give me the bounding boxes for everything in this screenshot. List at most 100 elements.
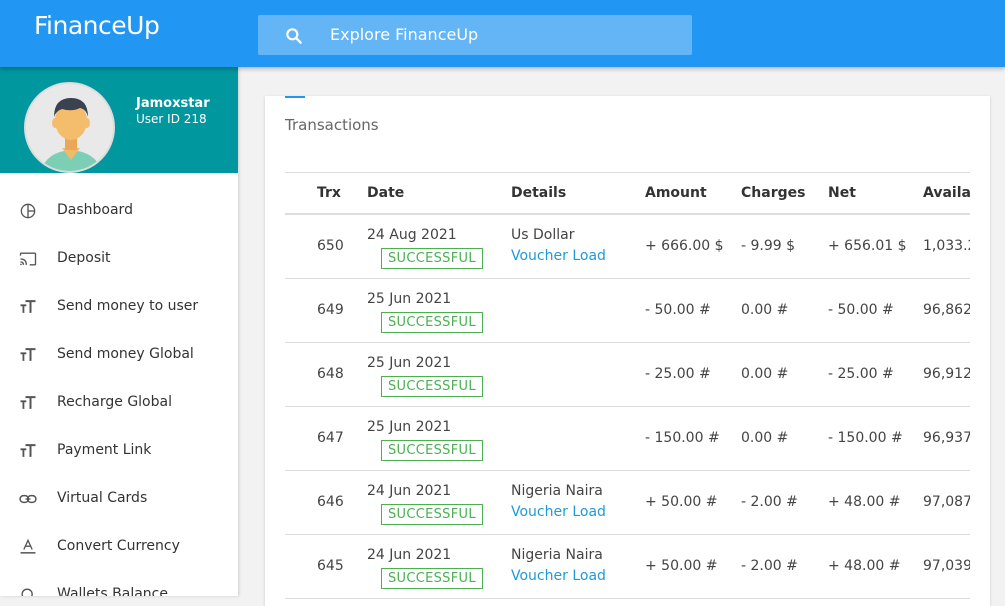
sidebar-item-label: Payment Link xyxy=(57,442,152,458)
cast-icon xyxy=(19,252,37,266)
column-header-date[interactable]: Date xyxy=(367,185,404,201)
sidebar-item-label: Dashboard xyxy=(57,202,133,218)
table-row[interactable]: 649 25 Jun 2021 SUCCESSFUL - 50.00 # 0.0… xyxy=(285,279,970,343)
column-header-details[interactable]: Details xyxy=(511,185,566,201)
table-row[interactable]: 646 24 Jun 2021 SUCCESSFUL Nigeria Naira… xyxy=(285,471,970,535)
column-header-charges[interactable]: Charges xyxy=(741,185,805,201)
search-icon[interactable] xyxy=(284,26,304,46)
trx-details: Nigeria Naira xyxy=(511,547,603,563)
sidebar-item-send-money-global[interactable]: Send money Global xyxy=(0,331,238,379)
trx-id: 647 xyxy=(317,430,344,446)
sidebar-item-label: Send money to user xyxy=(57,298,199,314)
trx-details: Us Dollar xyxy=(511,227,575,243)
top-app-bar: FinanceUp Explore FinanceUp xyxy=(0,0,1005,67)
sidebar-item-label: Send money Global xyxy=(57,346,194,362)
username: Jamoxstar xyxy=(136,96,210,111)
text-size-icon xyxy=(20,348,36,361)
link-icon xyxy=(19,494,37,504)
status-badge: SUCCESSFUL xyxy=(381,248,483,269)
trx-id: 645 xyxy=(317,558,344,574)
trx-date: 25 Jun 2021 xyxy=(367,355,452,371)
table-header-row: Trx Date Details Amount Charges Net Avai… xyxy=(285,173,970,215)
avatar-image xyxy=(26,84,113,171)
search-input[interactable]: Explore FinanceUp xyxy=(330,25,478,44)
column-header-net[interactable]: Net xyxy=(828,185,856,201)
voucher-load-link[interactable]: Voucher Load xyxy=(511,504,606,520)
status-badge: SUCCESSFUL xyxy=(381,312,483,333)
sidebar: Jamoxstar User ID 218 Dashboard Deposit xyxy=(0,67,238,596)
table-row[interactable]: 648 25 Jun 2021 SUCCESSFUL - 25.00 # 0.0… xyxy=(285,343,970,407)
trx-date: 25 Jun 2021 xyxy=(367,291,452,307)
trx-available: 1,033.21 xyxy=(923,238,970,254)
trx-amount: - 150.00 # xyxy=(645,430,720,446)
status-badge: SUCCESSFUL xyxy=(381,568,483,589)
table-row[interactable]: 645 24 Jun 2021 SUCCESSFUL Nigeria Naira… xyxy=(285,535,970,599)
sidebar-item-send-money-to-user[interactable]: Send money to user xyxy=(0,283,238,331)
trx-amount: - 50.00 # xyxy=(645,302,711,318)
status-badge: SUCCESSFUL xyxy=(381,440,483,461)
trx-amount: - 25.00 # xyxy=(645,366,711,382)
trx-charges: - 9.99 $ xyxy=(741,238,796,254)
trx-net: + 48.00 # xyxy=(828,558,901,574)
sidebar-item-label: Virtual Cards xyxy=(57,490,148,506)
brand-logo[interactable]: FinanceUp xyxy=(34,11,160,40)
sidebar-item-dashboard[interactable]: Dashboard xyxy=(0,187,238,235)
sidebar-item-convert-currency[interactable]: Convert Currency xyxy=(0,523,238,571)
trx-net: - 150.00 # xyxy=(828,430,903,446)
trx-charges: 0.00 # xyxy=(741,366,789,382)
sidebar-item-deposit[interactable]: Deposit xyxy=(0,235,238,283)
trx-date: 25 Jun 2021 xyxy=(367,419,452,435)
transactions-card: Transactions Trx Date Details Amount Cha… xyxy=(265,96,990,606)
trx-date: 24 Aug 2021 xyxy=(367,227,457,243)
trx-amount: + 50.00 # xyxy=(645,494,718,510)
trx-available: 96,912.5 xyxy=(923,366,970,382)
column-header-amount[interactable]: Amount xyxy=(645,185,707,201)
search-icon xyxy=(21,588,33,596)
trx-id: 648 xyxy=(317,366,344,382)
voucher-load-link[interactable]: Voucher Load xyxy=(511,568,606,584)
sidebar-item-label: Deposit xyxy=(57,250,111,266)
trx-date: 24 Jun 2021 xyxy=(367,483,452,499)
page-title: Transactions xyxy=(285,116,379,134)
trx-available: 97,039. xyxy=(923,558,970,574)
sidebar-item-recharge-global[interactable]: Recharge Global xyxy=(0,379,238,427)
text-size-icon xyxy=(20,444,36,457)
trx-net: - 50.00 # xyxy=(828,302,894,318)
table-row[interactable]: 650 24 Aug 2021 SUCCESSFUL Us Dollar Vou… xyxy=(285,215,970,279)
voucher-load-link[interactable]: Voucher Load xyxy=(511,248,606,264)
trx-charges: - 2.00 # xyxy=(741,494,798,510)
status-badge: SUCCESSFUL xyxy=(381,376,483,397)
sidebar-nav: Dashboard Deposit Send money to user Sen… xyxy=(0,187,238,596)
table-row[interactable]: 647 25 Jun 2021 SUCCESSFUL - 150.00 # 0.… xyxy=(285,407,970,471)
trx-charges: 0.00 # xyxy=(741,302,789,318)
transactions-table: Trx Date Details Amount Charges Net Avai… xyxy=(285,172,970,599)
search-bar[interactable]: Explore FinanceUp xyxy=(258,15,692,55)
trx-date: 24 Jun 2021 xyxy=(367,547,452,563)
trx-details: Nigeria Naira xyxy=(511,483,603,499)
trx-charges: 0.00 # xyxy=(741,430,789,446)
column-header-trx[interactable]: Trx xyxy=(317,185,341,201)
text-size-icon xyxy=(20,396,36,409)
trx-net: + 656.01 $ xyxy=(828,238,907,254)
trx-amount: + 50.00 # xyxy=(645,558,718,574)
trx-id: 649 xyxy=(317,302,344,318)
text-format-icon xyxy=(20,538,36,554)
trx-net: - 25.00 # xyxy=(828,366,894,382)
sidebar-item-wallets-balance[interactable]: Wallets Balance xyxy=(0,571,238,596)
sidebar-item-label: Wallets Balance xyxy=(57,586,168,596)
column-header-available[interactable]: Available xyxy=(923,185,970,201)
trx-amount: + 666.00 $ xyxy=(645,238,724,254)
trx-id: 646 xyxy=(317,494,344,510)
sidebar-item-virtual-cards[interactable]: Virtual Cards xyxy=(0,475,238,523)
text-size-icon xyxy=(20,300,36,313)
sidebar-item-label: Recharge Global xyxy=(57,394,172,410)
avatar[interactable] xyxy=(24,82,115,173)
sidebar-item-payment-link[interactable]: Payment Link xyxy=(0,427,238,475)
user-profile-panel: Jamoxstar User ID 218 xyxy=(0,67,238,173)
card-accent-line xyxy=(285,96,305,98)
trx-available: 96,862 xyxy=(923,302,970,318)
user-id: User ID 218 xyxy=(136,112,207,126)
trx-id: 650 xyxy=(317,238,344,254)
sidebar-item-label: Convert Currency xyxy=(57,538,180,554)
trx-charges: - 2.00 # xyxy=(741,558,798,574)
